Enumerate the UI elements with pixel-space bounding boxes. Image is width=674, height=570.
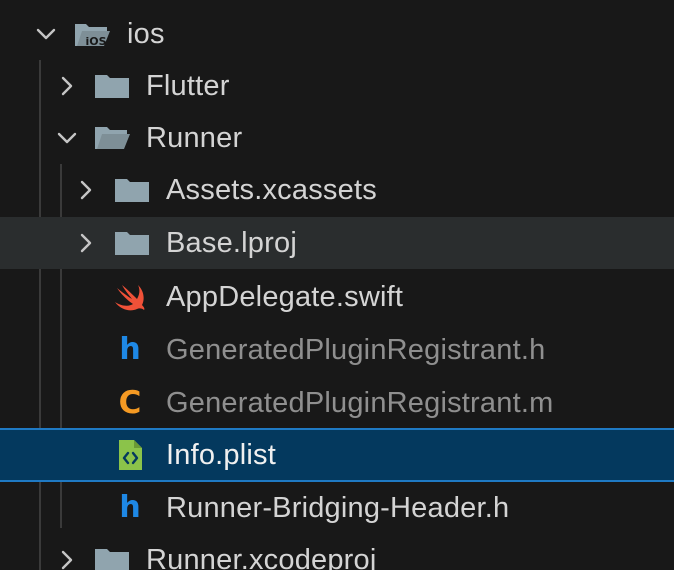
folder-icon	[92, 60, 132, 112]
tree-item-label: GeneratedPluginRegistrant.h	[166, 334, 546, 366]
chevron-right-icon[interactable]	[72, 164, 100, 216]
tree-item-info-plist-file[interactable]: Info.plist	[0, 428, 674, 482]
folder-icon	[112, 217, 152, 269]
swift-file-icon	[110, 271, 150, 323]
tree-item-runner-xcodeproj-folder[interactable]: Runner.xcodeproj	[0, 534, 674, 570]
chevron-down-icon[interactable]	[32, 8, 60, 60]
tree-item-flutter-folder[interactable]: Flutter	[0, 60, 674, 112]
tree-item-base-lproj-folder[interactable]: Base.lproj	[0, 217, 674, 269]
h-file-icon: h	[119, 332, 141, 367]
chevron-right-icon[interactable]	[72, 217, 100, 269]
tree-item-generated-registrant-m-file[interactable]: C GeneratedPluginRegistrant.m	[0, 377, 674, 429]
tree-item-label: Runner-Bridging-Header.h	[166, 492, 510, 524]
tree-item-runner-folder[interactable]: Runner	[0, 112, 674, 164]
ios-badge-text: iOS	[85, 35, 106, 48]
chevron-down-icon[interactable]	[53, 112, 81, 164]
tree-item-generated-registrant-h-file[interactable]: h GeneratedPluginRegistrant.h	[0, 324, 674, 376]
tree-item-label: GeneratedPluginRegistrant.m	[166, 387, 554, 419]
tree-item-label: Info.plist	[166, 439, 276, 471]
chevron-right-icon[interactable]	[53, 60, 81, 112]
tree-item-label: Runner	[146, 122, 243, 154]
folder-icon	[112, 164, 152, 216]
folder-ios-open-icon: iOS	[72, 8, 112, 60]
tree-item-label: ios	[127, 18, 165, 50]
tree-item-ios-folder[interactable]: iOS ios	[0, 8, 674, 60]
tree-item-label: Runner.xcodeproj	[146, 544, 377, 570]
tree-item-bridging-header-file[interactable]: h Runner-Bridging-Header.h	[0, 482, 674, 534]
tree-item-label: AppDelegate.swift	[166, 281, 404, 313]
objc-file-icon: C	[118, 384, 142, 421]
folder-open-icon	[92, 112, 132, 164]
tree-item-label: Flutter	[146, 70, 230, 102]
folder-icon	[92, 534, 132, 570]
plist-file-icon	[110, 430, 150, 480]
tree-item-assets-folder[interactable]: Assets.xcassets	[0, 164, 674, 216]
chevron-right-icon[interactable]	[53, 534, 81, 570]
tree-item-label: Assets.xcassets	[166, 174, 377, 206]
tree-item-appdelegate-file[interactable]: AppDelegate.swift	[0, 271, 674, 323]
file-explorer-tree: iOS ios Flutter Runner Assets.xcassets B…	[0, 0, 674, 570]
h-file-icon: h	[119, 490, 141, 525]
tree-item-label: Base.lproj	[166, 227, 297, 259]
